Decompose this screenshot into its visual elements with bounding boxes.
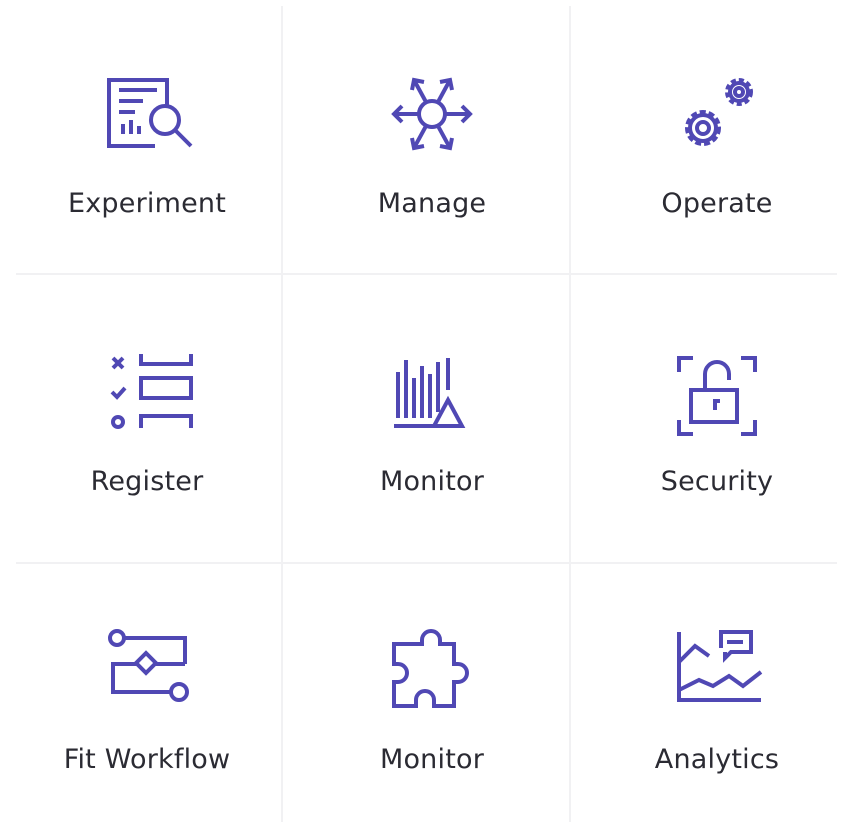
- puzzle-piece-icon: [384, 628, 480, 724]
- tile-experiment[interactable]: Experiment: [47, 72, 247, 219]
- tile-label: Security: [660, 466, 774, 497]
- tile-register[interactable]: Register: [47, 350, 247, 497]
- tile-label: Register: [90, 466, 204, 497]
- tile-label: Monitor: [379, 466, 485, 497]
- grid-divider-vertical: [569, 6, 571, 822]
- tile-manage[interactable]: Manage: [332, 72, 532, 219]
- gears-icon: [669, 72, 765, 168]
- grid-divider-vertical: [281, 6, 283, 822]
- tile-label: Manage: [377, 188, 487, 219]
- unlocked-padlock-icon: [669, 350, 765, 446]
- tile-monitor[interactable]: Monitor: [332, 350, 532, 497]
- report-search-icon: [99, 72, 195, 168]
- tile-fit-workflow[interactable]: Fit Workflow: [47, 628, 247, 775]
- tile-security[interactable]: Security: [617, 350, 817, 497]
- line-chart-comment-icon: [669, 628, 765, 724]
- grid-divider-horizontal: [16, 273, 837, 275]
- grid-divider-horizontal: [16, 562, 837, 564]
- tile-operate[interactable]: Operate: [617, 72, 817, 219]
- workflow-icon: [99, 628, 195, 724]
- feature-grid: Experiment Manage Operate Register Monit…: [0, 0, 841, 822]
- tile-label: Monitor: [379, 744, 485, 775]
- tile-label: Experiment: [67, 188, 226, 219]
- hub-arrows-icon: [384, 72, 480, 168]
- tile-label: Analytics: [654, 744, 780, 775]
- tile-monitor-puzzle[interactable]: Monitor: [332, 628, 532, 775]
- tile-label: Fit Workflow: [63, 744, 231, 775]
- tile-analytics[interactable]: Analytics: [617, 628, 817, 775]
- checklist-icon: [99, 350, 195, 446]
- tile-label: Operate: [661, 188, 773, 219]
- bars-triangle-icon: [384, 350, 480, 446]
